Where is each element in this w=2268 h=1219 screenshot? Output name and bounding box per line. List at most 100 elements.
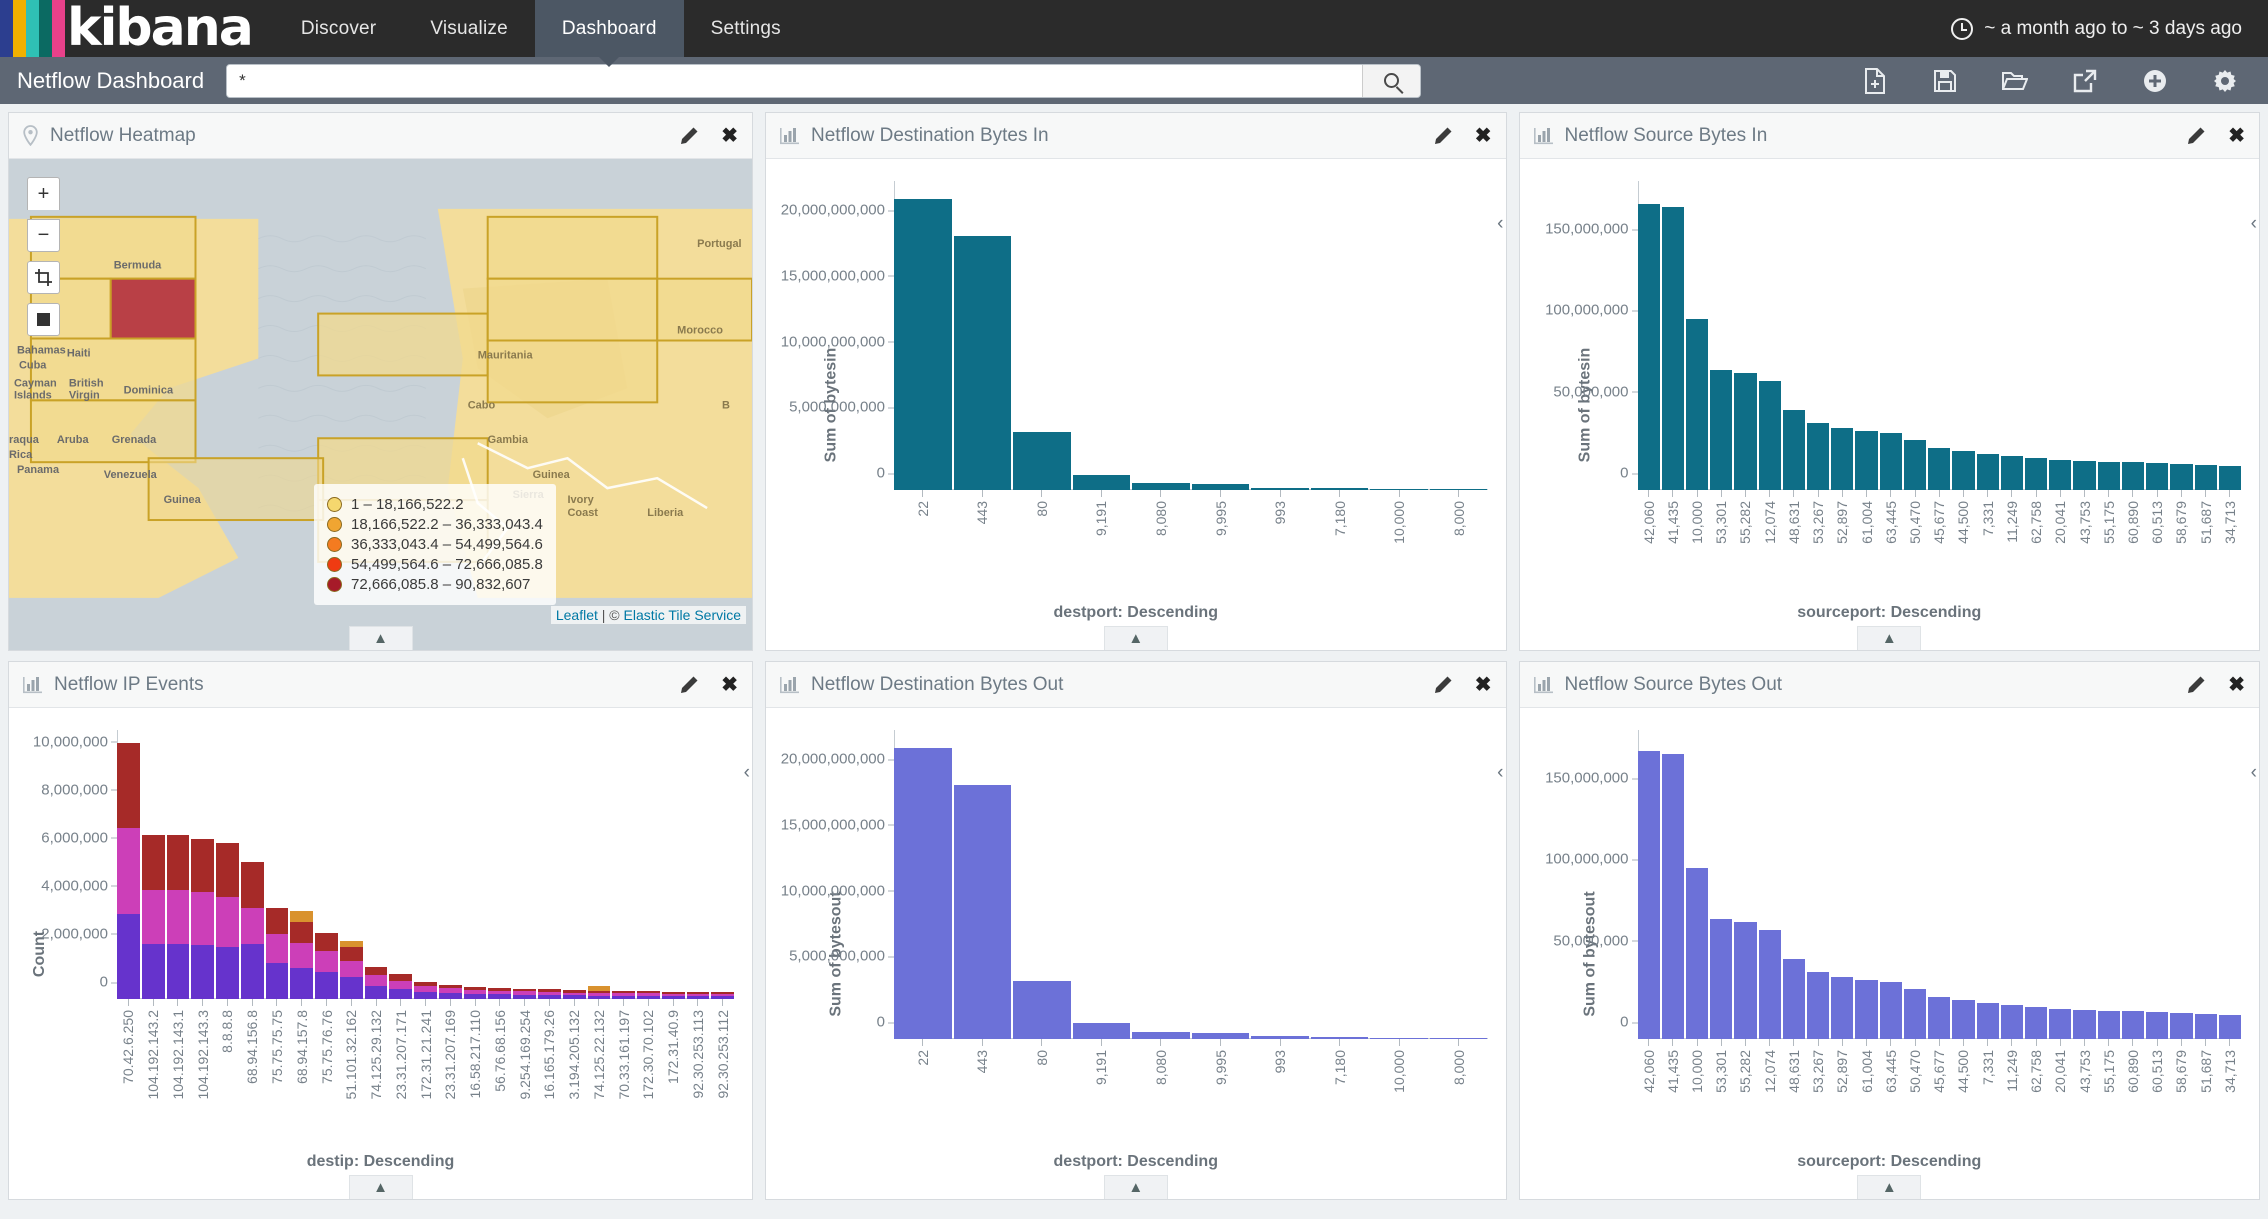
bar-column[interactable] (2146, 181, 2169, 490)
pencil-icon[interactable] (2187, 675, 2206, 694)
bar-column[interactable] (1661, 181, 1684, 490)
add-panel-button[interactable] (2120, 57, 2190, 104)
close-icon[interactable]: ✖ (2228, 126, 2245, 146)
bar-column[interactable] (1855, 730, 1878, 1039)
bar-column[interactable] (315, 730, 338, 999)
bar-column[interactable] (1251, 181, 1309, 490)
bar-column[interactable] (1013, 181, 1071, 490)
search-input[interactable] (227, 64, 1363, 97)
panel-expand-left-icon[interactable]: ‹ (1497, 762, 1503, 784)
bar-segment[interactable] (339, 947, 363, 961)
bar-column[interactable] (2073, 730, 2096, 1039)
bar-column[interactable] (463, 730, 487, 999)
bar-column[interactable] (2049, 730, 2072, 1039)
bar-segment[interactable] (290, 968, 314, 999)
bar-column[interactable] (2170, 730, 2193, 1039)
bar-segment[interactable] (1903, 988, 1927, 1039)
bar-segment[interactable] (1661, 207, 1684, 490)
bar-segment[interactable] (389, 988, 413, 999)
bar-segment[interactable] (240, 943, 264, 999)
panel-collapse-tab[interactable]: ▲ (1103, 626, 1168, 650)
bar-column[interactable] (538, 730, 561, 999)
bar-segment[interactable] (191, 945, 215, 999)
bar-column[interactable] (1976, 730, 1999, 1039)
bar-segment[interactable] (166, 944, 190, 999)
pencil-icon[interactable] (1434, 126, 1453, 145)
bar-column[interactable] (1429, 181, 1488, 490)
bar-column[interactable] (562, 730, 586, 999)
bar-segment[interactable] (953, 235, 1012, 490)
bar-segment[interactable] (2194, 464, 2217, 490)
panel-collapse-tab[interactable]: ▲ (1857, 1175, 1922, 1199)
panel-expand-left-icon[interactable]: ‹ (2251, 213, 2257, 235)
bar-segment[interactable] (1013, 431, 1071, 490)
chart-source-bytes-in[interactable]: Sum of bytesin sourceport: Descending 0 50,… (1520, 159, 2260, 650)
bar-segment[interactable] (290, 942, 314, 969)
bar-column[interactable] (1879, 730, 1902, 1039)
bar-column[interactable] (2097, 181, 2120, 490)
bar-segment[interactable] (364, 985, 388, 999)
bar-column[interactable] (711, 730, 735, 999)
pencil-icon[interactable] (2187, 126, 2206, 145)
panel-expand-left-icon[interactable]: ‹ (2251, 762, 2257, 784)
bar-segment[interactable] (117, 913, 140, 999)
bar-column[interactable] (1370, 730, 1428, 1039)
bar-segment[interactable] (290, 911, 314, 922)
bar-segment[interactable] (2218, 465, 2241, 490)
tile-service-link[interactable]: Elastic Tile Service (624, 607, 741, 623)
share-button[interactable] (2050, 57, 2120, 104)
bar-column[interactable] (2121, 181, 2145, 490)
bar-column[interactable] (1952, 181, 1975, 490)
bar-column[interactable] (389, 730, 413, 999)
bar-segment[interactable] (2073, 460, 2096, 490)
bar-segment[interactable] (265, 907, 289, 934)
bar-segment[interactable] (2146, 463, 2169, 490)
bar-segment[interactable] (315, 950, 338, 972)
bar-column[interactable] (2218, 730, 2241, 1039)
bar-column[interactable] (364, 730, 388, 999)
bar-segment[interactable] (894, 199, 952, 490)
bar-segment[interactable] (1831, 977, 1854, 1039)
bar-column[interactable] (1782, 181, 1806, 490)
bar-segment[interactable] (216, 843, 239, 897)
bar-segment[interactable] (1831, 428, 1854, 490)
bar-segment[interactable] (2000, 1004, 2023, 1039)
bar-column[interactable] (1661, 730, 1684, 1039)
bar-column[interactable] (216, 730, 239, 999)
bar-column[interactable] (686, 730, 710, 999)
bar-segment[interactable] (315, 971, 338, 999)
bar-column[interactable] (1734, 181, 1757, 490)
bar-segment[interactable] (1637, 751, 1660, 1039)
bar-column[interactable] (953, 181, 1012, 490)
bar-segment[interactable] (339, 977, 363, 999)
bar-segment[interactable] (1710, 369, 1733, 490)
query-bar[interactable] (226, 63, 1422, 98)
bar-segment[interactable] (1758, 381, 1781, 490)
bar-column[interactable] (1903, 181, 1927, 490)
nav-item-dashboard[interactable]: Dashboard (534, 0, 684, 57)
zoom-out-button[interactable]: − (27, 219, 60, 252)
bar-segment[interactable] (166, 889, 190, 945)
bar-segment[interactable] (1976, 1003, 1999, 1039)
bar-segment[interactable] (1879, 433, 1902, 490)
bar-column[interactable] (894, 730, 952, 1039)
bar-segment[interactable] (1072, 475, 1131, 490)
bar-segment[interactable] (1710, 918, 1733, 1039)
close-icon[interactable]: ✖ (2228, 675, 2245, 695)
bar-segment[interactable] (1013, 980, 1071, 1039)
bar-segment[interactable] (894, 748, 952, 1039)
bar-column[interactable] (240, 730, 264, 999)
fit-bounds-icon[interactable] (27, 303, 60, 336)
bar-column[interactable] (2000, 730, 2023, 1039)
bar-segment[interactable] (1807, 423, 1830, 490)
bar-segment[interactable] (2121, 1011, 2145, 1039)
bar-segment[interactable] (117, 828, 140, 914)
bar-column[interactable] (1758, 730, 1781, 1039)
bar-segment[interactable] (2146, 1012, 2169, 1039)
bar-segment[interactable] (1782, 410, 1806, 490)
bar-column[interactable] (2146, 730, 2169, 1039)
bar-column[interactable] (1310, 181, 1369, 490)
bar-column[interactable] (488, 730, 512, 999)
pencil-icon[interactable] (1434, 675, 1453, 694)
bar-column[interactable] (1903, 730, 1927, 1039)
